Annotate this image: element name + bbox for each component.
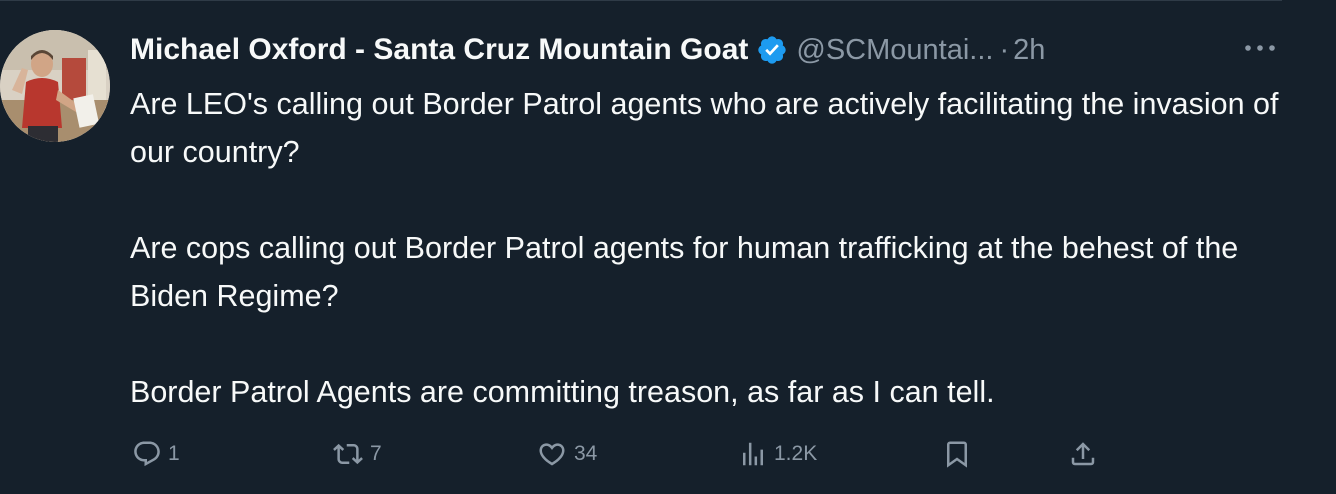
timestamp[interactable]: 2h [1013, 34, 1045, 67]
separator-dot: · [999, 33, 1010, 66]
share-icon [1068, 439, 1098, 469]
views-count: 1.2K [774, 442, 818, 465]
retweet-button[interactable]: 7 [332, 436, 382, 472]
tweet[interactable]: Michael Oxford - Santa Cruz Mountain Goa… [0, 0, 1336, 494]
tweet-text: Are LEO's calling out Border Patrol agen… [130, 80, 1310, 416]
bookmark-icon [942, 439, 972, 469]
tweet-paragraph: Are LEO's calling out Border Patrol agen… [130, 87, 1279, 169]
views-icon [738, 439, 768, 469]
retweet-count: 7 [370, 442, 382, 465]
reply-button[interactable]: 1 [132, 436, 180, 472]
avatar[interactable] [0, 30, 110, 142]
display-name[interactable]: Michael Oxford - Santa Cruz Mountain Goa… [130, 33, 748, 67]
reply-icon [132, 439, 162, 469]
handle[interactable]: @SCMountai... [796, 34, 993, 67]
like-button[interactable]: 34 [536, 436, 597, 472]
reply-count: 1 [168, 442, 180, 465]
tweet-header: Michael Oxford - Santa Cruz Mountain Goa… [130, 28, 1045, 72]
verified-badge-icon[interactable] [756, 34, 788, 66]
retweet-icon [332, 439, 364, 469]
share-button[interactable] [1068, 436, 1098, 472]
tweet-paragraph: Are cops calling out Border Patrol agent… [130, 231, 1239, 313]
bookmark-button[interactable] [942, 436, 972, 472]
tweet-paragraph: Border Patrol Agents are committing trea… [130, 375, 995, 409]
views-button[interactable]: 1.2K [738, 436, 817, 472]
avatar-photo [0, 30, 110, 142]
more-options-icon[interactable] [1240, 38, 1280, 58]
heart-icon [536, 439, 568, 469]
like-count: 34 [574, 442, 598, 465]
